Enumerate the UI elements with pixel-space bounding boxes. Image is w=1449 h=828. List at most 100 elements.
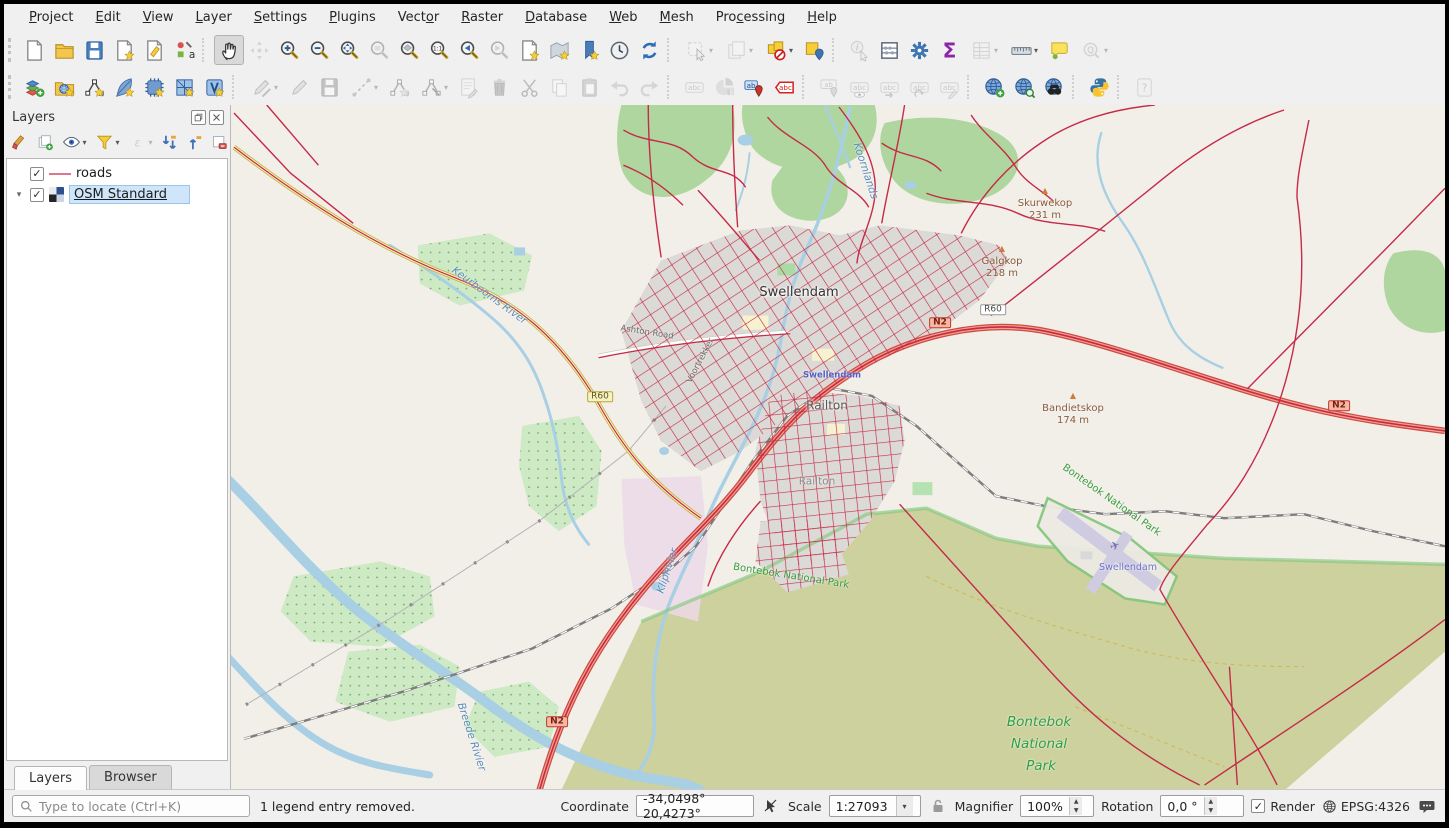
new-print-layout-button[interactable] — [109, 35, 139, 65]
expander-icon[interactable]: ▾ — [13, 190, 25, 200]
menu-item[interactable]: Help — [796, 6, 848, 29]
zoom-to-selection-button[interactable] — [364, 35, 394, 65]
lock-scale-button[interactable] — [928, 795, 948, 817]
collapse-all-button[interactable] — [182, 130, 207, 154]
select-by-location-button[interactable] — [799, 35, 829, 65]
remove-layer-button[interactable] — [207, 130, 232, 154]
toggle-extents-button[interactable] — [761, 795, 781, 817]
panel-close-button[interactable] — [209, 110, 224, 125]
undo-button[interactable] — [604, 72, 634, 102]
copy-features-button[interactable] — [544, 72, 574, 102]
new-spatialite-layer-button[interactable] — [139, 72, 169, 102]
new-mesh-layer-button[interactable] — [169, 72, 199, 102]
render-checkbox-group[interactable]: ✓Render — [1251, 799, 1315, 814]
move-label-button[interactable] — [814, 72, 844, 102]
scale-combo[interactable]: 1:27093▾ — [829, 795, 921, 817]
menu-item[interactable]: Project — [18, 6, 85, 29]
rotation-spinbox[interactable]: 0,0 °▲▼ — [1160, 795, 1244, 817]
menu-item[interactable]: Layer — [185, 6, 243, 29]
tab-layers[interactable]: Layers — [14, 766, 87, 790]
zoom-out-button[interactable] — [304, 35, 334, 65]
zoom-to-layer-button[interactable] — [394, 35, 424, 65]
render-checkbox[interactable]: ✓ — [1251, 799, 1265, 813]
filter-by-expression-button[interactable] — [124, 130, 157, 154]
new-geopackage-layer-button[interactable] — [49, 72, 79, 102]
zoom-in-button[interactable] — [274, 35, 304, 65]
select-features-button[interactable] — [679, 35, 719, 65]
zoom-next-button[interactable] — [484, 35, 514, 65]
messages-button[interactable] — [1417, 795, 1437, 817]
roads-visibility-checkbox[interactable]: ✓ — [30, 167, 44, 181]
help-button[interactable] — [1129, 72, 1159, 102]
metasearch-add-button[interactable] — [979, 72, 1009, 102]
show-bookmarks-button[interactable] — [574, 35, 604, 65]
layer-diagram-button[interactable] — [709, 72, 739, 102]
menu-item[interactable]: Settings — [243, 6, 318, 29]
menu-item[interactable]: Raster — [450, 6, 514, 29]
paste-features-button[interactable] — [574, 72, 604, 102]
add-feature-button[interactable] — [384, 72, 414, 102]
search-layers-button[interactable] — [1039, 72, 1069, 102]
crs-status-button[interactable]: EPSG:4326 — [1322, 799, 1410, 814]
menu-item[interactable]: Database — [514, 6, 598, 29]
roads-layer-label[interactable]: roads — [76, 166, 112, 181]
temporal-controller-button[interactable] — [604, 35, 634, 65]
show-layout-manager-button[interactable] — [139, 35, 169, 65]
pan-map-button[interactable] — [214, 35, 244, 65]
coordinate-input[interactable]: -34,0498° 20,4273° — [636, 795, 754, 817]
save-project-button[interactable] — [79, 35, 109, 65]
menu-item[interactable]: Web — [598, 6, 648, 29]
show-bookmark-manager-button[interactable] — [544, 35, 574, 65]
nominatim-geocoder-button[interactable] — [1074, 35, 1114, 65]
toggle-editing-button[interactable] — [284, 72, 314, 102]
deselect-all-button[interactable] — [759, 35, 799, 65]
vertex-tool-button[interactable] — [414, 72, 454, 102]
open-layer-styling-button[interactable] — [8, 130, 33, 154]
map-canvas[interactable]: SwellendamRailtonRailtonSwellendamBonteb… — [231, 105, 1445, 789]
statistical-summary-button[interactable] — [874, 35, 904, 65]
open-project-button[interactable] — [49, 35, 79, 65]
menu-item[interactable]: Vector — [387, 6, 450, 29]
manage-map-themes-button[interactable] — [58, 130, 91, 154]
style-manager-button[interactable] — [169, 35, 199, 65]
show-statistics-button[interactable] — [934, 35, 964, 65]
menu-item[interactable]: View — [132, 6, 185, 29]
expand-all-button[interactable] — [157, 130, 182, 154]
menu-item[interactable]: Mesh — [649, 6, 705, 29]
filter-legend-button[interactable] — [91, 130, 124, 154]
delete-selected-button[interactable] — [484, 72, 514, 102]
zoom-full-button[interactable] — [334, 35, 364, 65]
magnifier-spin-buttons[interactable]: ▲▼ — [1069, 797, 1083, 815]
rotation-spin-buttons[interactable]: ▲▼ — [1204, 797, 1218, 815]
open-attribute-table-button[interactable] — [964, 35, 1004, 65]
rotate-label-button[interactable] — [904, 72, 934, 102]
change-label-button[interactable] — [934, 72, 964, 102]
menu-item[interactable]: Edit — [85, 6, 132, 29]
menu-item[interactable]: Processing — [705, 6, 796, 29]
map-tips-button[interactable] — [1044, 35, 1074, 65]
menu-item[interactable]: Plugins — [318, 6, 387, 29]
pin-labels-button[interactable] — [739, 72, 769, 102]
layer-labeling-button[interactable] — [679, 72, 709, 102]
panel-float-button[interactable] — [191, 110, 206, 125]
layer-row-osm-standard[interactable]: ▾ ✓ OSM Standard — [7, 184, 227, 205]
add-group-button[interactable] — [33, 130, 58, 154]
move-label-diagram-button[interactable] — [874, 72, 904, 102]
zoom-native-button[interactable] — [424, 35, 454, 65]
new-shapefile-layer-button[interactable] — [79, 72, 109, 102]
python-console-button[interactable] — [1084, 72, 1114, 102]
metasearch-button[interactable] — [1009, 72, 1039, 102]
magnifier-spinbox[interactable]: 100%▲▼ — [1020, 795, 1094, 817]
show-hide-labels-button[interactable] — [844, 72, 874, 102]
new-temporary-scratch-layer-button[interactable] — [109, 72, 139, 102]
new-project-button[interactable] — [19, 35, 49, 65]
current-edits-button[interactable] — [244, 72, 284, 102]
identify-features-button[interactable] — [844, 35, 874, 65]
select-by-value-button[interactable] — [719, 35, 759, 65]
refresh-map-button[interactable] — [634, 35, 664, 65]
layer-row-roads[interactable]: ✓ roads — [7, 163, 227, 184]
data-source-manager-button[interactable] — [19, 72, 49, 102]
digitize-with-segment-button[interactable] — [344, 72, 384, 102]
osm-layer-label[interactable]: OSM Standard — [74, 187, 167, 202]
redo-button[interactable] — [634, 72, 664, 102]
